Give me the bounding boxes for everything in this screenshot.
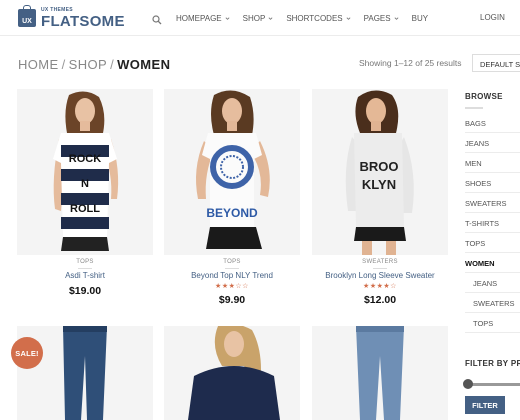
title-underline: [465, 107, 483, 109]
sidebar-item-jeans[interactable]: JEANS: [465, 139, 520, 148]
product-category[interactable]: SWEATERS: [312, 259, 448, 269]
sidebar-item-bags[interactable]: BAGS: [465, 119, 520, 128]
divider: [465, 232, 520, 233]
breadcrumb-separator: /: [61, 57, 66, 72]
divider: [465, 312, 520, 313]
logo-subtitle: UX THEMES: [41, 6, 73, 13]
site-header: UX UX THEMES FLATSOME HOMEPAGE SHOP SHOR…: [0, 0, 520, 36]
divider: [465, 332, 520, 333]
nav-item-buy[interactable]: BUY: [412, 14, 428, 23]
product-price: $9.90: [218, 294, 246, 306]
sidebar-item-men[interactable]: MEN: [465, 159, 520, 168]
shirt-print-text: N: [81, 178, 89, 190]
sidebar-item-sweaters[interactable]: SWEATERS: [465, 199, 520, 208]
product-price: $12.00: [363, 294, 397, 306]
site-logo[interactable]: UX UX THEMES FLATSOME: [18, 5, 125, 30]
price-slider-handle[interactable]: [463, 379, 473, 389]
sidebar-item-women[interactable]: WOMEN: [465, 259, 520, 268]
product-category[interactable]: TOPS: [164, 259, 300, 269]
shirt-print-text: ROLL: [70, 203, 100, 215]
main-nav: HOMEPAGE SHOP SHORTCODES PAGES BUY: [152, 12, 441, 25]
search-icon[interactable]: [152, 12, 164, 25]
nav-item-homepage[interactable]: HOMEPAGE: [176, 14, 230, 23]
sidebar-item-t-shirts[interactable]: T-SHIRTS: [465, 219, 520, 228]
chevron-down-icon: [346, 16, 351, 20]
sidebar-item-shoes[interactable]: SHOES: [465, 179, 520, 188]
divider: [465, 272, 520, 273]
logo-name: FLATSOME: [41, 12, 125, 30]
product-image[interactable]: BROO KLYN: [312, 89, 448, 255]
product-image[interactable]: [312, 326, 448, 420]
browse-title: BROWSE: [465, 92, 503, 101]
nav-item-shortcodes[interactable]: SHORTCODES: [286, 14, 351, 23]
divider: [465, 132, 520, 133]
divider: [465, 212, 520, 213]
divider: [465, 152, 520, 153]
product-title[interactable]: Brooklyn Long Sleeve Sweater: [312, 271, 448, 280]
filter-button[interactable]: FILTER: [465, 396, 505, 414]
filter-title: FILTER BY PRIC: [465, 359, 520, 368]
shirt-print-text: BROO: [360, 159, 399, 174]
shirt-print-text: BEYOND: [206, 206, 258, 220]
divider: [465, 252, 520, 253]
logo-bag-icon: UX: [18, 5, 36, 27]
breadcrumb-shop[interactable]: SHOP: [69, 57, 107, 72]
sidebar-item-jeans-sub[interactable]: JEANS: [473, 279, 520, 288]
chevron-down-icon: [225, 16, 230, 20]
divider: [465, 172, 520, 173]
chevron-down-icon: [268, 16, 273, 20]
shirt-print-text: KLYN: [362, 177, 396, 192]
star-rating: ★★★☆☆: [164, 282, 300, 290]
result-count: Showing 1–12 of 25 results: [359, 58, 462, 68]
star-rating-icon: ★★★★☆: [363, 283, 397, 290]
product-title[interactable]: Asdi T-shirt: [17, 271, 153, 280]
chevron-down-icon: [394, 16, 399, 20]
sidebar-item-sweaters-sub[interactable]: SWEATERS: [473, 299, 520, 308]
breadcrumb-separator: /: [110, 57, 115, 72]
breadcrumb-current: WOMEN: [117, 57, 171, 72]
product-price: $19.00: [68, 285, 102, 297]
star-rating-icon: ★★★☆☆: [215, 283, 249, 290]
product-image[interactable]: BEYOND: [164, 89, 300, 255]
product-title[interactable]: Beyond Top NLY Trend: [164, 271, 300, 280]
product-category[interactable]: TOPS: [17, 259, 153, 269]
sidebar-item-tops[interactable]: TOPS: [465, 239, 520, 248]
shirt-print-text: ROCK: [69, 153, 101, 165]
sale-badge: SALE!: [11, 337, 43, 369]
breadcrumb-home[interactable]: HOME: [18, 57, 59, 72]
nav-item-shop[interactable]: SHOP: [243, 14, 274, 23]
sidebar-item-tops-sub[interactable]: TOPS: [473, 319, 520, 328]
divider: [465, 192, 520, 193]
breadcrumb: HOME / SHOP / WOMEN: [18, 57, 170, 72]
divider: [465, 292, 520, 293]
login-link[interactable]: LOGIN: [480, 13, 505, 22]
sort-select[interactable]: DEFAULT S: [472, 54, 520, 72]
star-rating: ★★★★☆: [312, 282, 448, 290]
nav-item-pages[interactable]: PAGES: [364, 14, 399, 23]
price-slider-track[interactable]: [466, 383, 520, 386]
product-image[interactable]: [164, 326, 300, 420]
product-image[interactable]: ROCK N ROLL: [17, 89, 153, 255]
